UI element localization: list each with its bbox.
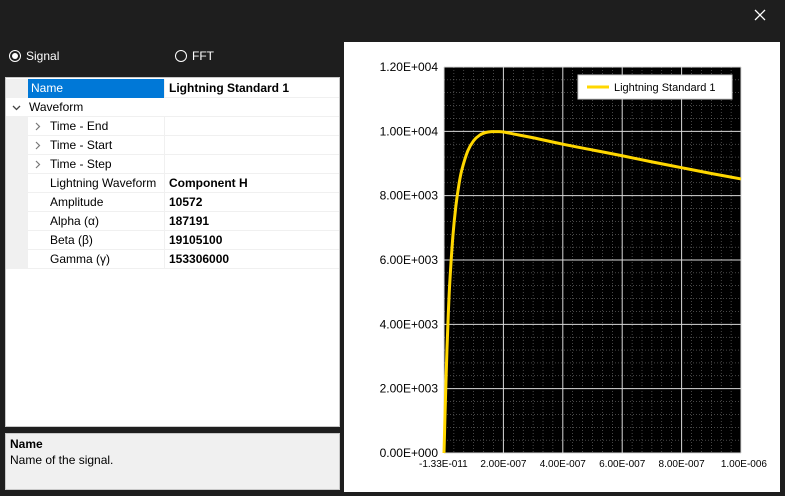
property-category-waveform[interactable]: Waveform	[6, 98, 339, 117]
property-row-lightning-waveform[interactable]: Lightning Waveform Component H	[6, 174, 339, 193]
y-axis-tick-labels: 0.00E+000 2.00E+003 4.00E+003 6.00E+003 8.00…	[380, 60, 439, 460]
y-tick-label: 2.00E+003	[380, 382, 439, 396]
legend-label: Lightning Standard 1	[614, 82, 716, 94]
property-name-value[interactable]: Lightning Standard 1	[164, 79, 339, 98]
property-grid: Name Lightning Standard 1 Waveform Time …	[5, 77, 340, 427]
close-button[interactable]	[749, 4, 771, 26]
y-tick-label: 8.00E+003	[380, 189, 439, 203]
radio-fft[interactable]: FFT	[175, 47, 214, 65]
chevron-right-icon	[35, 160, 41, 169]
signal-chart: 0.00E+000 2.00E+003 4.00E+003 6.00E+003 8.00…	[380, 60, 768, 470]
row-gutter	[6, 212, 28, 231]
property-amplitude-value[interactable]: 10572	[164, 193, 339, 212]
close-icon	[754, 9, 766, 21]
x-tick-label: 6.00E-007	[599, 459, 646, 470]
radio-fft-label: FFT	[192, 49, 214, 63]
property-beta-value[interactable]: 19105100	[164, 231, 339, 250]
expand-waveform-toggle[interactable]	[9, 98, 23, 117]
property-name-label[interactable]: Name	[28, 79, 164, 98]
radio-signal-indicator[interactable]	[9, 50, 21, 62]
radio-signal[interactable]: Signal	[9, 47, 59, 65]
property-row-amplitude[interactable]: Amplitude 10572	[6, 193, 339, 212]
property-row-time-step[interactable]: Time - Step	[6, 155, 339, 174]
property-gamma-value[interactable]: 153306000	[164, 250, 339, 269]
row-gutter	[6, 79, 28, 98]
row-gutter	[6, 193, 28, 212]
property-row-gamma[interactable]: Gamma (γ) 153306000	[6, 250, 339, 269]
property-beta-label: Beta (β)	[50, 233, 93, 247]
property-lightning-waveform-value[interactable]: Component H	[164, 174, 339, 193]
x-tick-label: 1.00E-006	[721, 459, 768, 470]
row-gutter	[6, 250, 28, 269]
expand-time-step-toggle[interactable]	[31, 155, 45, 174]
chevron-down-icon	[12, 105, 20, 110]
chart-panel: 0.00E+000 2.00E+003 4.00E+003 6.00E+003 8.00…	[344, 42, 780, 492]
property-time-end-value[interactable]	[164, 117, 339, 136]
property-lightning-waveform-label: Lightning Waveform	[50, 176, 157, 190]
property-time-start-value[interactable]	[164, 136, 339, 155]
x-tick-label: 2.00E-007	[480, 459, 527, 470]
property-time-step-label: Time - Step	[50, 157, 112, 171]
expand-time-start-toggle[interactable]	[31, 136, 45, 155]
description-text: Name of the signal.	[10, 453, 114, 467]
property-time-start-label: Time - Start	[50, 138, 113, 152]
property-time-step-value[interactable]	[164, 155, 339, 174]
property-alpha-label: Alpha (α)	[50, 214, 99, 228]
property-description-panel: Name Name of the signal.	[5, 433, 340, 490]
property-alpha-value[interactable]: 187191	[164, 212, 339, 231]
y-tick-label: 0.00E+000	[380, 446, 439, 460]
category-waveform-label: Waveform	[29, 100, 84, 114]
title-bar	[0, 0, 785, 30]
property-row-time-end[interactable]: Time - End	[6, 117, 339, 136]
row-gutter	[6, 231, 28, 250]
property-row-time-start[interactable]: Time - Start	[6, 136, 339, 155]
radio-signal-label: Signal	[26, 49, 60, 63]
row-gutter	[6, 136, 28, 155]
chevron-right-icon	[35, 141, 41, 150]
legend: Lightning Standard 1	[577, 74, 733, 100]
property-amplitude-label: Amplitude	[50, 195, 104, 209]
property-row-name[interactable]: Name Lightning Standard 1	[6, 79, 339, 98]
property-gamma-label: Gamma (γ)	[50, 252, 110, 266]
row-gutter	[6, 155, 28, 174]
property-row-beta[interactable]: Beta (β) 19105100	[6, 231, 339, 250]
property-time-end-label: Time - End	[50, 119, 109, 133]
radio-fft-indicator[interactable]	[175, 50, 187, 62]
row-gutter	[6, 117, 28, 136]
x-tick-label: 8.00E-007	[659, 459, 706, 470]
description-title: Name	[10, 437, 43, 451]
expand-time-end-toggle[interactable]	[31, 117, 45, 136]
x-tick-label: -1.33E-011	[419, 459, 468, 470]
property-row-alpha[interactable]: Alpha (α) 187191	[6, 212, 339, 231]
y-tick-label: 1.00E+004	[380, 124, 439, 138]
row-gutter	[6, 174, 28, 193]
y-tick-label: 1.20E+004	[380, 60, 439, 74]
chevron-right-icon	[35, 122, 41, 131]
x-axis-tick-labels: -1.33E-011 2.00E-007 4.00E-007 6.00E-007 8.0…	[419, 459, 767, 470]
x-tick-label: 4.00E-007	[540, 459, 587, 470]
y-tick-label: 4.00E+003	[380, 317, 439, 331]
y-tick-label: 6.00E+003	[380, 253, 439, 267]
